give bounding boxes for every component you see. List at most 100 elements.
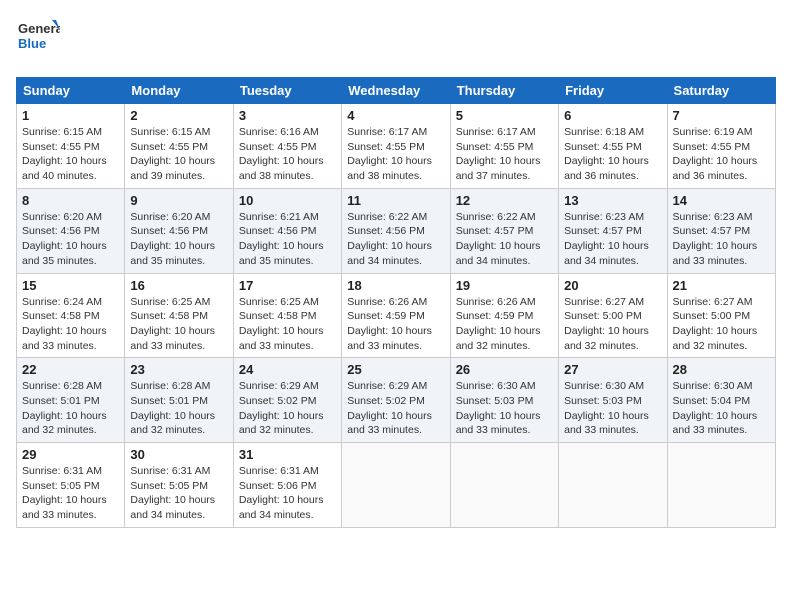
day-number: 22 (22, 362, 119, 377)
day-number: 14 (673, 193, 770, 208)
calendar-cell (667, 443, 775, 528)
calendar-header-thursday: Thursday (450, 78, 558, 104)
day-info: Sunrise: 6:31 AM Sunset: 5:05 PM Dayligh… (130, 464, 227, 523)
svg-text:Blue: Blue (18, 36, 46, 51)
calendar-cell: 9Sunrise: 6:20 AM Sunset: 4:56 PM Daylig… (125, 188, 233, 273)
calendar-header-tuesday: Tuesday (233, 78, 341, 104)
day-info: Sunrise: 6:30 AM Sunset: 5:03 PM Dayligh… (456, 379, 553, 438)
day-info: Sunrise: 6:29 AM Sunset: 5:02 PM Dayligh… (347, 379, 444, 438)
calendar-cell: 26 Sunrise: 6:30 AM Sunset: 5:03 PM Dayli… (450, 358, 558, 443)
calendar-header-saturday: Saturday (667, 78, 775, 104)
calendar-header-sunday: Sunday (17, 78, 125, 104)
day-number: 26 (456, 362, 553, 377)
calendar-cell (342, 443, 450, 528)
day-number: 10 (239, 193, 336, 208)
calendar-header-wednesday: Wednesday (342, 78, 450, 104)
day-info: Sunrise: 6:25 AM Sunset: 4:58 PM Dayligh… (239, 295, 336, 354)
day-number: 6 (564, 108, 661, 123)
calendar-cell: 3 Sunrise: 6:16 AM Sunset: 4:55 PM Daylig… (233, 104, 341, 189)
day-number: 2 (130, 108, 227, 123)
day-info: Sunrise: 6:19 AM Sunset: 4:55 PM Dayligh… (673, 125, 770, 184)
day-number: 3 (239, 108, 336, 123)
day-info: Sunrise: 6:16 AM Sunset: 4:55 PM Dayligh… (239, 125, 336, 184)
logo-svg-container: General Blue (16, 16, 60, 65)
day-number: 30 (130, 447, 227, 462)
calendar-cell: 21Sunrise: 6:27 AM Sunset: 5:00 PM Dayli… (667, 273, 775, 358)
calendar-cell: 10 Sunrise: 6:21 AM Sunset: 4:56 PM Dayli… (233, 188, 341, 273)
day-number: 4 (347, 108, 444, 123)
day-number: 29 (22, 447, 119, 462)
calendar-header-friday: Friday (559, 78, 667, 104)
logo: General Blue (16, 16, 66, 65)
day-number: 28 (673, 362, 770, 377)
day-info: Sunrise: 6:28 AM Sunset: 5:01 PM Dayligh… (130, 379, 227, 438)
day-info: Sunrise: 6:21 AM Sunset: 4:56 PM Dayligh… (239, 210, 336, 269)
day-info: Sunrise: 6:26 AM Sunset: 4:59 PM Dayligh… (347, 295, 444, 354)
day-number: 5 (456, 108, 553, 123)
calendar-cell: 16 Sunrise: 6:25 AM Sunset: 4:58 PM Dayli… (125, 273, 233, 358)
calendar-header-row: SundayMondayTuesdayWednesdayThursdayFrid… (17, 78, 776, 104)
calendar-cell: 13Sunrise: 6:23 AM Sunset: 4:57 PM Dayli… (559, 188, 667, 273)
calendar-cell: 11 Sunrise: 6:22 AM Sunset: 4:56 PM Dayli… (342, 188, 450, 273)
day-info: Sunrise: 6:28 AM Sunset: 5:01 PM Dayligh… (22, 379, 119, 438)
day-number: 20 (564, 278, 661, 293)
calendar-cell: 4 Sunrise: 6:17 AM Sunset: 4:55 PM Daylig… (342, 104, 450, 189)
day-info: Sunrise: 6:23 AM Sunset: 4:57 PM Dayligh… (564, 210, 661, 269)
day-number: 25 (347, 362, 444, 377)
svg-text:General: General (18, 21, 60, 36)
calendar-cell: 15Sunrise: 6:24 AM Sunset: 4:58 PM Dayli… (17, 273, 125, 358)
day-info: Sunrise: 6:22 AM Sunset: 4:57 PM Dayligh… (456, 210, 553, 269)
day-info: Sunrise: 6:22 AM Sunset: 4:56 PM Dayligh… (347, 210, 444, 269)
calendar-cell (559, 443, 667, 528)
day-number: 17 (239, 278, 336, 293)
day-number: 11 (347, 193, 444, 208)
calendar-cell: 14 Sunrise: 6:23 AM Sunset: 4:57 PM Dayli… (667, 188, 775, 273)
calendar-cell (450, 443, 558, 528)
calendar-week-row: 8 Sunrise: 6:20 AM Sunset: 4:56 PM Daylig… (17, 188, 776, 273)
day-info: Sunrise: 6:15 AM Sunset: 4:55 PM Dayligh… (22, 125, 119, 184)
day-number: 12 (456, 193, 553, 208)
calendar-cell: 17 Sunrise: 6:25 AM Sunset: 4:58 PM Dayli… (233, 273, 341, 358)
calendar-cell: 5 Sunrise: 6:17 AM Sunset: 4:55 PM Daylig… (450, 104, 558, 189)
day-number: 18 (347, 278, 444, 293)
day-info: Sunrise: 6:26 AM Sunset: 4:59 PM Dayligh… (456, 295, 553, 354)
calendar-cell: 18 Sunrise: 6:26 AM Sunset: 4:59 PM Dayli… (342, 273, 450, 358)
calendar-week-row: 29 Sunrise: 6:31 AM Sunset: 5:05 PM Dayli… (17, 443, 776, 528)
day-number: 19 (456, 278, 553, 293)
calendar-cell: 23 Sunrise: 6:28 AM Sunset: 5:01 PM Dayli… (125, 358, 233, 443)
calendar-week-row: 1 Sunrise: 6:15 AM Sunset: 4:55 PM Daylig… (17, 104, 776, 189)
calendar-cell: 1 Sunrise: 6:15 AM Sunset: 4:55 PM Daylig… (17, 104, 125, 189)
logo-icon: General Blue (16, 16, 60, 60)
calendar-cell: 20 Sunrise: 6:27 AM Sunset: 5:00 PM Dayli… (559, 273, 667, 358)
day-info: Sunrise: 6:27 AM Sunset: 5:00 PM Dayligh… (564, 295, 661, 354)
day-info: Sunrise: 6:17 AM Sunset: 4:55 PM Dayligh… (456, 125, 553, 184)
calendar-cell: 28 Sunrise: 6:30 AM Sunset: 5:04 PM Dayli… (667, 358, 775, 443)
day-info: Sunrise: 6:17 AM Sunset: 4:55 PM Dayligh… (347, 125, 444, 184)
day-info: Sunrise: 6:20 AM Sunset: 4:56 PM Dayligh… (22, 210, 119, 269)
day-number: 16 (130, 278, 227, 293)
calendar-cell: 12 Sunrise: 6:22 AM Sunset: 4:57 PM Dayli… (450, 188, 558, 273)
calendar-week-row: 22 Sunrise: 6:28 AM Sunset: 5:01 PM Dayli… (17, 358, 776, 443)
calendar-cell: 24Sunrise: 6:29 AM Sunset: 5:02 PM Dayli… (233, 358, 341, 443)
calendar-cell: 29 Sunrise: 6:31 AM Sunset: 5:05 PM Dayli… (17, 443, 125, 528)
day-info: Sunrise: 6:23 AM Sunset: 4:57 PM Dayligh… (673, 210, 770, 269)
calendar-cell: 7Sunrise: 6:19 AM Sunset: 4:55 PM Daylig… (667, 104, 775, 189)
day-number: 31 (239, 447, 336, 462)
day-number: 27 (564, 362, 661, 377)
day-info: Sunrise: 6:30 AM Sunset: 5:03 PM Dayligh… (564, 379, 661, 438)
day-info: Sunrise: 6:31 AM Sunset: 5:06 PM Dayligh… (239, 464, 336, 523)
day-number: 24 (239, 362, 336, 377)
calendar-cell: 30 Sunrise: 6:31 AM Sunset: 5:05 PM Dayli… (125, 443, 233, 528)
day-info: Sunrise: 6:31 AM Sunset: 5:05 PM Dayligh… (22, 464, 119, 523)
day-number: 1 (22, 108, 119, 123)
day-info: Sunrise: 6:25 AM Sunset: 4:58 PM Dayligh… (130, 295, 227, 354)
day-number: 8 (22, 193, 119, 208)
day-info: Sunrise: 6:27 AM Sunset: 5:00 PM Dayligh… (673, 295, 770, 354)
day-info: Sunrise: 6:30 AM Sunset: 5:04 PM Dayligh… (673, 379, 770, 438)
calendar-cell: 8 Sunrise: 6:20 AM Sunset: 4:56 PM Daylig… (17, 188, 125, 273)
calendar-header-monday: Monday (125, 78, 233, 104)
day-info: Sunrise: 6:24 AM Sunset: 4:58 PM Dayligh… (22, 295, 119, 354)
day-info: Sunrise: 6:18 AM Sunset: 4:55 PM Dayligh… (564, 125, 661, 184)
calendar-cell: 25 Sunrise: 6:29 AM Sunset: 5:02 PM Dayli… (342, 358, 450, 443)
day-number: 23 (130, 362, 227, 377)
